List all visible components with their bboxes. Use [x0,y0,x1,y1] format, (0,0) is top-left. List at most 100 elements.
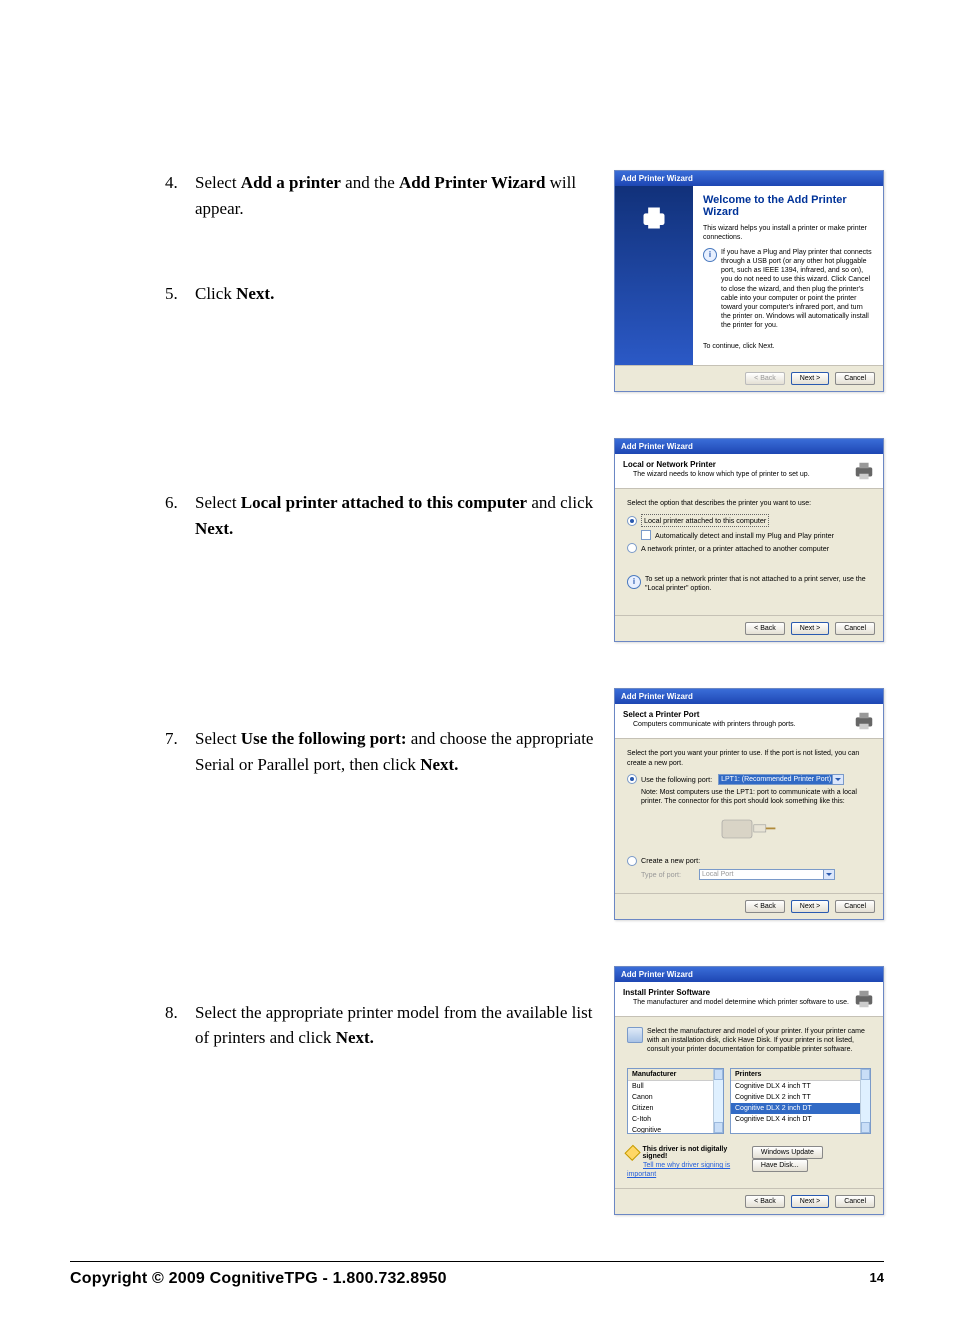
step-text: Select Local printer attached to this co… [195,490,594,541]
wizard-heading: Local or Network Printer [623,460,810,469]
cancel-button[interactable]: Cancel [835,372,875,385]
wizard-text: To continue, click Next. [703,342,873,351]
next-button[interactable]: Next > [791,1195,829,1208]
wizard-subheading: The manufacturer and model determine whi… [633,999,849,1006]
chevron-down-icon [823,870,834,879]
document-page: 4. Select Add a printer and the Add Prin… [0,0,954,1328]
list-item[interactable]: Cognitive DLX 2 inch TT [731,1092,870,1103]
dialog-title: Add Printer Wizard [615,689,883,704]
list-item[interactable]: Cognitive DLX 4 inch DT [731,1114,870,1125]
back-button[interactable]: < Back [745,622,785,635]
page-footer: Copyright © 2009 CognitiveTPG - 1.800.73… [70,1270,884,1288]
radio-icon [627,856,637,866]
wizard-install-software: Add Printer Wizard Install Printer Softw… [614,966,884,1215]
radio-create-port[interactable]: Create a new port: [627,856,871,866]
step-4: 4. Select Add a printer and the Add Prin… [165,170,594,221]
checkbox-icon [641,530,651,540]
radio-use-port[interactable]: Use the following port: LPT1: (Recommend… [627,774,871,785]
windows-update-button[interactable]: Windows Update [752,1146,823,1159]
footer-rule [70,1261,884,1262]
printer-icon [640,204,668,232]
next-button[interactable]: Next > [791,372,829,385]
step-number: 6. [165,490,195,541]
dialog-title: Add Printer Wizard [615,171,883,186]
step-row-7: 7. Select Use the following port: and ch… [70,688,884,937]
step-text: Select Add a printer and the Add Printer… [195,170,594,221]
printer-icon [853,460,875,482]
info-icon: i [627,575,641,589]
wizard-subheading: Computers communicate with printers thro… [633,721,796,728]
step-row-6: 6. Select Local printer attached to this… [70,438,884,660]
wizard-text: Select the manufacturer and model of you… [647,1027,871,1054]
radio-network-printer[interactable]: A network printer, or a printer attached… [627,543,871,553]
port-dropdown[interactable]: LPT1: (Recommended Printer Port) [718,774,844,785]
warning-text: This driver is not digitally signed! [642,1146,747,1160]
port-illustration [627,812,871,848]
port-type-dropdown: Local Port [699,869,835,880]
back-button: < Back [745,372,785,385]
next-button[interactable]: Next > [791,900,829,913]
wizard-heading: Welcome to the Add Printer Wizard [703,194,873,218]
step-7: 7. Select Use the following port: and ch… [165,726,594,777]
step-5: 5. Click Next. [165,281,594,307]
radio-icon [627,516,637,526]
radio-icon [627,774,637,784]
cancel-button[interactable]: Cancel [835,622,875,635]
step-number: 5. [165,281,195,307]
list-item[interactable]: Bull [628,1081,723,1092]
printer-icon [853,988,875,1010]
page-number: 14 [870,1270,884,1288]
warning-icon [624,1145,641,1162]
step-text: Click Next. [195,281,274,307]
cancel-button[interactable]: Cancel [835,900,875,913]
list-item[interactable]: Citizen [628,1103,723,1114]
step-6: 6. Select Local printer attached to this… [165,490,594,541]
back-button[interactable]: < Back [745,1195,785,1208]
list-item[interactable]: Canon [628,1092,723,1103]
wizard-note: Note: Most computers use the LPT1: port … [641,788,871,806]
disk-icon [627,1027,643,1043]
wizard-heading: Install Printer Software [623,988,849,997]
wizard-welcome: Add Printer Wizard Welcome to the Add Pr… [614,170,884,392]
copyright-text: Copyright © 2009 CognitiveTPG - 1.800.73… [70,1270,447,1288]
step-number: 7. [165,726,195,777]
step-text: Select the appropriate printer model fro… [195,1000,594,1051]
wizard-heading: Select a Printer Port [623,710,796,719]
wizard-text: Select the option that describes the pri… [627,499,871,508]
wizard-sidebar [615,186,693,365]
manufacturer-list[interactable]: Manufacturer BullCanonCitizenC-ItohCogni… [627,1068,724,1134]
step-8: 8. Select the appropriate printer model … [165,1000,594,1051]
checkbox-autodetect[interactable]: Automatically detect and install my Plug… [641,530,871,540]
list-item[interactable]: Cognitive [628,1125,723,1134]
step-text: Select Use the following port: and choos… [195,726,594,777]
step-row-8: 8. Select the appropriate printer model … [70,966,884,1233]
signing-info-link[interactable]: Tell me why driver signing is important [627,1162,730,1178]
printer-icon [853,710,875,732]
scrollbar[interactable] [860,1069,870,1133]
radio-icon [627,543,637,553]
list-item[interactable]: Cognitive DLX 2 inch DT [731,1103,870,1114]
wizard-text: Select the port you want your printer to… [627,749,871,767]
radio-local-printer[interactable]: Local printer attached to this computer [627,514,871,527]
printers-list[interactable]: Printers Cognitive DLX 4 inch TTCognitiv… [730,1068,871,1134]
chevron-down-icon [832,775,843,784]
wizard-tip-text: To set up a network printer that is not … [645,575,871,593]
dialog-title: Add Printer Wizard [615,439,883,454]
back-button[interactable]: < Back [745,900,785,913]
wizard-text: This wizard helps you install a printer … [703,224,873,242]
next-button[interactable]: Next > [791,622,829,635]
list-item[interactable]: C-Itoh [628,1114,723,1125]
list-item[interactable]: Cognitive DLX 4 inch TT [731,1081,870,1092]
info-icon: i [703,248,717,262]
have-disk-button[interactable]: Have Disk... [752,1159,808,1172]
cancel-button[interactable]: Cancel [835,1195,875,1208]
wizard-subheading: The wizard needs to know which type of p… [633,471,810,478]
step-number: 4. [165,170,195,221]
wizard-select-port: Add Printer Wizard Select a Printer Port… [614,688,884,919]
wizard-info-text: If you have a Plug and Play printer that… [721,248,873,330]
wizard-local-network: Add Printer Wizard Local or Network Prin… [614,438,884,642]
step-number: 8. [165,1000,195,1051]
step-row-4-5: 4. Select Add a printer and the Add Prin… [70,170,884,410]
scrollbar[interactable] [713,1069,723,1133]
dialog-title: Add Printer Wizard [615,967,883,982]
